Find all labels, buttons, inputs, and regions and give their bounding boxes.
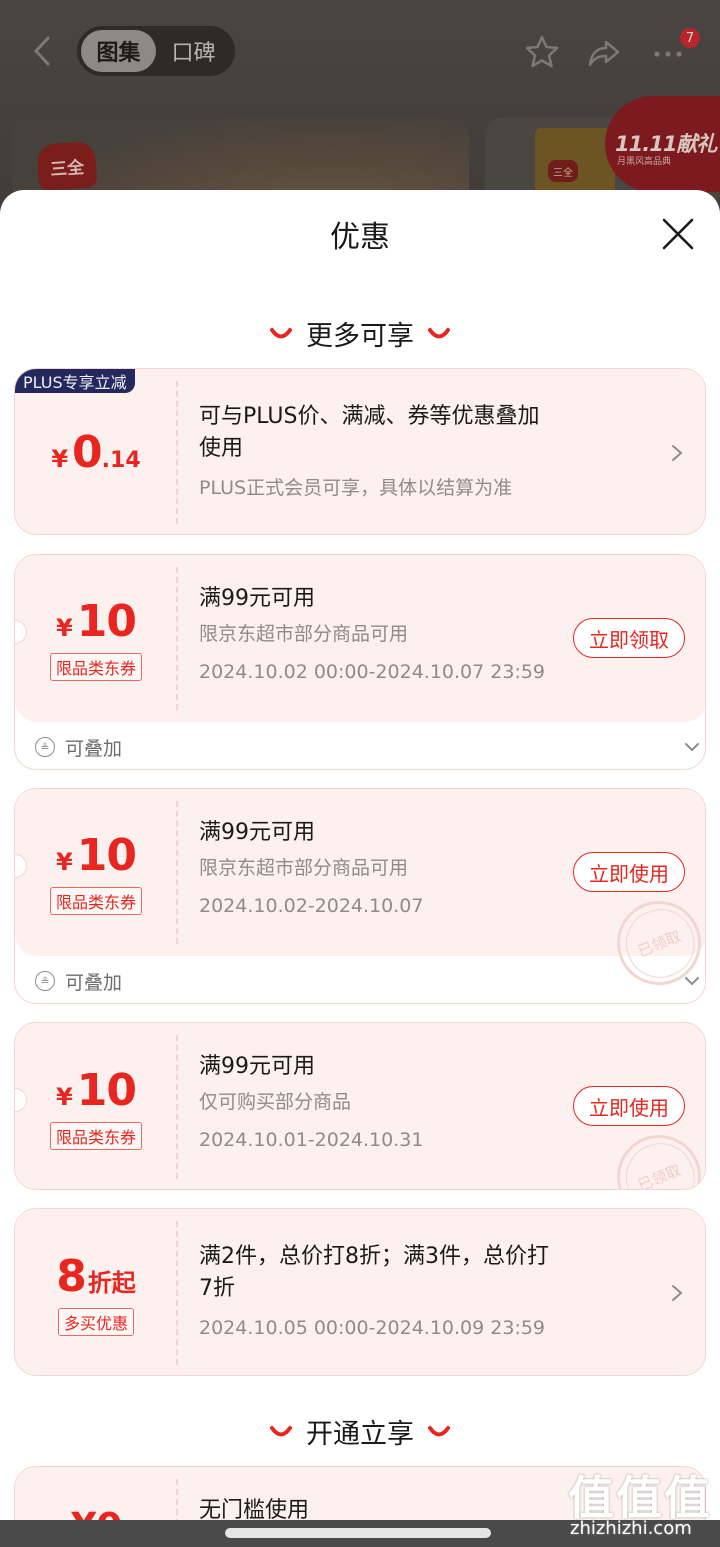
offer-title: 满99元可用 bbox=[199, 586, 315, 611]
currency-symbol: ¥ bbox=[56, 848, 73, 876]
card-text: 可与PLUS价、满减、券等优惠叠加 使用 PLUS正式会员可享，具体以结算为准 bbox=[199, 401, 599, 501]
currency-symbol: ¥ bbox=[56, 614, 73, 642]
back-arrow-icon[interactable] bbox=[28, 34, 58, 68]
card-text: 满2件，总价打8折；满3件，总价打 7折 2024.10.05 00:00-20… bbox=[199, 1241, 599, 1341]
chevron-down-icon[interactable] bbox=[683, 974, 701, 988]
coupon-card: ¥ 10 限品类东券 满99元可用 仅可购买部分商品 2024.10.01-20… bbox=[14, 1022, 706, 1190]
coupon-type-tag: 限品类东券 bbox=[49, 653, 142, 681]
discount-amount: 8 折起 bbox=[56, 1251, 136, 1302]
card-text: 满99元可用 限京东超市部分商品可用 2024.10.02-2024.10.07 bbox=[199, 817, 599, 919]
offer-scope: 限京东超市部分商品可用 bbox=[199, 623, 409, 645]
offer-validity: 2024.10.01-2024.10.31 bbox=[199, 1129, 424, 1151]
star-icon[interactable] bbox=[522, 32, 562, 72]
chevron-right-icon[interactable] bbox=[669, 443, 685, 463]
dashed-divider bbox=[176, 381, 178, 524]
offer-title-cont: 7折 bbox=[199, 1276, 235, 1301]
smile-decoration-icon bbox=[428, 1425, 450, 1436]
home-indicator[interactable] bbox=[225, 1528, 491, 1538]
card-amount-area: ¥ 0 .14 bbox=[15, 369, 177, 534]
offer-title: 满2件，总价打8折；满3件，总价打 bbox=[199, 1244, 549, 1269]
offer-validity: 2024.10.02 00:00-2024.10.07 23:59 bbox=[199, 661, 546, 683]
chevron-right-icon[interactable] bbox=[669, 1283, 685, 1303]
amount-integer: 0 bbox=[72, 427, 103, 478]
coupon-type-tag: 限品类东券 bbox=[49, 887, 142, 915]
dashed-divider bbox=[176, 801, 178, 944]
share-icon[interactable] bbox=[584, 32, 624, 72]
currency-symbol: ¥ bbox=[56, 1082, 73, 1111]
amount-suffix: 折起 bbox=[87, 1268, 136, 1297]
stackable-row[interactable]: ≗ 可叠加 bbox=[15, 722, 705, 769]
promo-banner-subtext: 月黑风高品典 bbox=[617, 157, 672, 167]
view-switch: 图集 口碑 bbox=[77, 26, 235, 76]
offer-title: 可与PLUS价、满减、券等优惠叠加 bbox=[199, 404, 540, 429]
stack-icon: ≗ bbox=[35, 737, 55, 757]
card-body: ¥ 10 限品类东券 满99元可用 仅可购买部分商品 2024.10.01-20… bbox=[15, 1023, 705, 1189]
card-body: ¥ 10 限品类东券 满99元可用 限京东超市部分商品可用 2024.10.02… bbox=[15, 789, 705, 998]
currency-symbol: ¥ bbox=[51, 445, 69, 473]
plus-discount-card[interactable]: PLUS专享立减 ¥ 0 .14 可与PLUS价、满减、券等优惠叠加 使用 PL… bbox=[14, 368, 706, 535]
top-bar: 图集 口碑 7 bbox=[0, 0, 720, 104]
amount-value: 10 bbox=[76, 830, 137, 881]
offer-title: 满99元可用 bbox=[199, 820, 315, 845]
smile-decoration-icon bbox=[428, 327, 450, 338]
notification-badge: 7 bbox=[680, 28, 700, 48]
watermark: 值值值 zhizhizhi.com bbox=[568, 1462, 718, 1547]
tab-reviews[interactable]: 口碑 bbox=[156, 30, 231, 72]
stackable-label: 可叠加 bbox=[65, 737, 123, 760]
dashed-divider bbox=[176, 1221, 178, 1365]
smile-decoration-icon bbox=[270, 327, 292, 338]
amount-value: 10 bbox=[76, 596, 137, 647]
offer-scope: 限京东超市部分商品可用 bbox=[199, 857, 409, 879]
offer-validity: 2024.10.02-2024.10.07 bbox=[199, 895, 424, 917]
offer-type-tag: 多买优惠 bbox=[57, 1307, 134, 1336]
discount-amount: ¥ 10 bbox=[56, 830, 137, 881]
coupon-type-tag: 限品类东券 bbox=[49, 1121, 142, 1150]
card-amount-area: 8 折起 多买优惠 bbox=[15, 1209, 177, 1375]
brand-logo: 三全 bbox=[36, 141, 98, 191]
offer-validity: 2024.10.05 00:00-2024.10.09 23:59 bbox=[199, 1317, 546, 1339]
claim-coupon-button[interactable]: 立即领取 bbox=[573, 618, 685, 658]
watermark-url: zhizhizhi.com bbox=[570, 1518, 692, 1539]
card-text: 满99元可用 限京东超市部分商品可用 2024.10.02 00:00-2024… bbox=[199, 583, 599, 685]
discount-amount: ¥ 0 .14 bbox=[51, 427, 140, 478]
card-amount-area: ¥ 10 限品类东券 bbox=[15, 1023, 177, 1189]
offer-title-cont: 使用 bbox=[199, 436, 244, 461]
dashed-divider bbox=[176, 1035, 178, 1179]
section-title: 开通立享 bbox=[306, 1419, 414, 1450]
discount-amount: ¥ 10 bbox=[56, 1064, 137, 1116]
card-amount-area: ¥ 10 限品类东券 bbox=[15, 555, 177, 722]
card-amount-area: ¥ 10 限品类东券 bbox=[15, 789, 177, 956]
use-coupon-button[interactable]: 立即使用 bbox=[573, 852, 685, 892]
section-title: 更多可享 bbox=[306, 321, 414, 352]
stackable-row[interactable]: ≗ 可叠加 bbox=[15, 956, 705, 1003]
close-icon[interactable] bbox=[658, 214, 698, 254]
section-header-more: 更多可享 bbox=[0, 314, 720, 353]
coupon-card: ¥ 10 限品类东券 满99元可用 限京东超市部分商品可用 2024.10.02… bbox=[14, 554, 706, 770]
card-body: ¥ 10 限品类东券 满99元可用 限京东超市部分商品可用 2024.10.02… bbox=[15, 555, 705, 722]
coupon-card: ¥ 10 限品类东券 满99元可用 限京东超市部分商品可用 2024.10.02… bbox=[14, 788, 706, 1004]
tab-gallery[interactable]: 图集 bbox=[81, 30, 156, 72]
amount-value: 8 bbox=[56, 1250, 87, 1302]
chevron-down-icon[interactable] bbox=[683, 740, 701, 754]
card-body: PLUS专享立减 ¥ 0 .14 可与PLUS价、满减、券等优惠叠加 使用 PL… bbox=[15, 369, 705, 534]
amount-decimal: .14 bbox=[101, 448, 141, 473]
dashed-divider bbox=[176, 567, 178, 710]
stack-icon: ≗ bbox=[35, 971, 55, 991]
brand-logo-small: 三全 bbox=[548, 160, 578, 182]
claimed-stamp: 已领取 bbox=[604, 1122, 705, 1189]
offer-note: PLUS正式会员可享，具体以结算为准 bbox=[199, 477, 513, 499]
card-body: 8 折起 多买优惠 满2件，总价打8折；满3件，总价打 7折 2024.10.0… bbox=[15, 1209, 705, 1375]
offer-scope: 仅可购买部分商品 bbox=[199, 1091, 352, 1113]
discount-amount: ¥ 10 bbox=[56, 596, 137, 647]
use-coupon-button[interactable]: 立即使用 bbox=[573, 1086, 685, 1126]
multi-buy-card[interactable]: 8 折起 多买优惠 满2件，总价打8折；满3件，总价打 7折 2024.10.0… bbox=[14, 1208, 706, 1376]
smile-decoration-icon bbox=[270, 1425, 292, 1436]
sheet-title: 优惠 bbox=[330, 220, 390, 255]
card-text: 满99元可用 仅可购买部分商品 2024.10.01-2024.10.31 bbox=[199, 1051, 599, 1153]
stackable-label: 可叠加 bbox=[65, 971, 123, 994]
section-header-membership: 开通立享 bbox=[0, 1412, 720, 1451]
amount-value: 10 bbox=[76, 1064, 137, 1116]
discount-sheet: 优惠 更多可享 PLUS专享立减 ¥ 0 .14 可与PLUS价、满减、券等优惠… bbox=[0, 190, 720, 1547]
offer-title: 满99元可用 bbox=[199, 1054, 315, 1079]
